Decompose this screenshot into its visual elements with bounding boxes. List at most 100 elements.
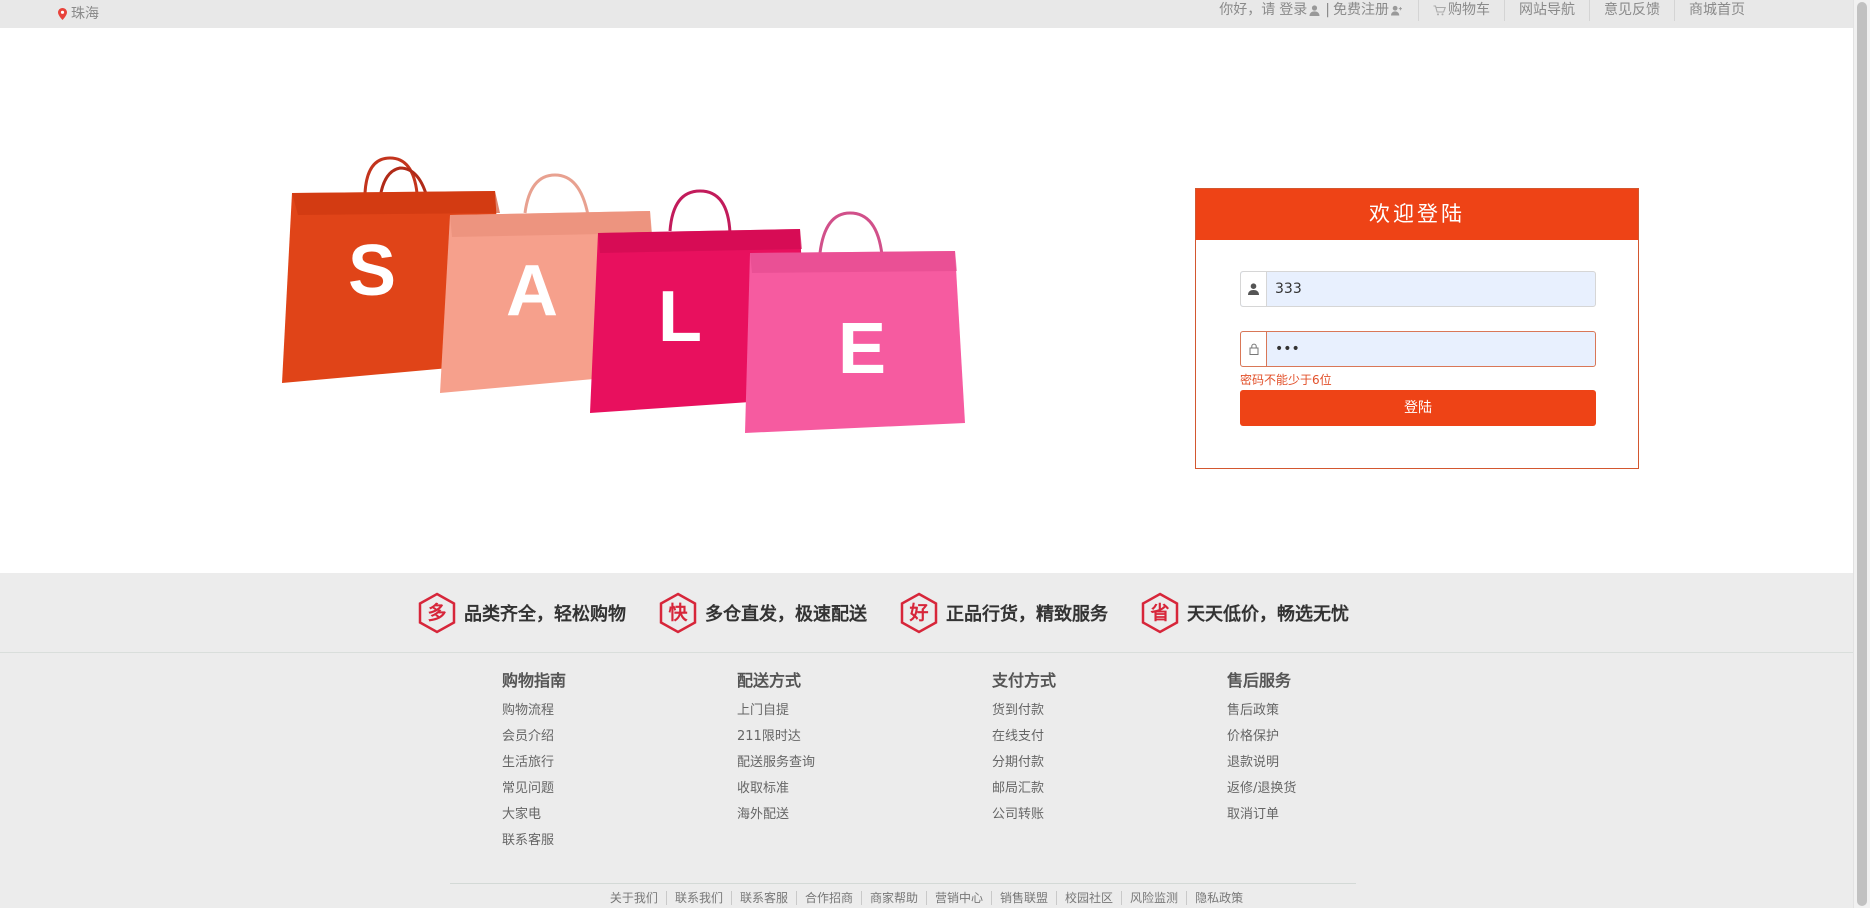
footer-link[interactable]: 返修/退换货 (1227, 776, 1296, 802)
login-button[interactable]: 登陆 (1240, 390, 1596, 426)
password-error: 密码不能少于6位 (1240, 373, 1332, 387)
promise-item: 好 正品行货，精致服务 (900, 591, 1108, 635)
footer-link[interactable]: 价格保护 (1227, 724, 1296, 750)
bag-letter-l: L (658, 277, 702, 357)
location-label: 珠海 (71, 6, 99, 22)
login-link[interactable]: 登录 (1279, 0, 1307, 21)
hexagon-badge-icon: 好 (900, 592, 938, 634)
vertical-scrollbar[interactable] (1853, 0, 1870, 908)
footer-link[interactable]: 取消订单 (1227, 802, 1296, 828)
footer-column-payment: 支付方式 货到付款 在线支付 分期付款 邮局汇款 公司转账 (992, 670, 1056, 828)
promise-badge: 省 (1150, 602, 1170, 624)
feedback-link[interactable]: 意见反馈 (1590, 0, 1675, 21)
home-label: 商城首页 (1689, 2, 1745, 18)
promise-badge: 好 (909, 602, 929, 624)
bottom-link-campus[interactable]: 校园社区 (1057, 891, 1123, 905)
footer-column-title: 配送方式 (737, 671, 802, 690)
page: 珠海 你好，请 登录 | 免费注册 购物车 网站导航 意见反馈 商城首页 S A… (0, 0, 1870, 908)
bottom-link-affiliate[interactable]: 销售联盟 (992, 891, 1058, 905)
footer-column-title: 售后服务 (1227, 671, 1292, 690)
footer-bottom-links: 关于我们 联系我们 联系客服 合作招商 商家帮助 营销中心 销售联盟 校园社区 … (0, 891, 1853, 905)
footer: 购物指南 购物流程 会员介绍 生活旅行 常见问题 大家电 联系客服 配送方式 上… (0, 653, 1853, 908)
footer-link[interactable]: 售后政策 (1227, 698, 1296, 724)
footer-link[interactable]: 邮局汇款 (992, 776, 1056, 802)
hexagon-badge-icon: 多 (418, 592, 456, 634)
password-value: ••• (1275, 341, 1300, 357)
password-icon-box (1241, 332, 1267, 366)
footer-column-aftersales: 售后服务 售后政策 价格保护 退款说明 返修/退换货 取消订单 (1227, 670, 1296, 828)
greeting-text: 你好，请 (1219, 2, 1276, 18)
hexagon-badge-icon: 快 (659, 592, 697, 634)
footer-divider (450, 883, 1356, 884)
hexagon-badge-icon: 省 (1141, 592, 1179, 634)
cart-label: 购物车 (1448, 2, 1490, 18)
footer-link[interactable]: 常见问题 (502, 776, 566, 802)
bag-letter-s: S (348, 231, 396, 311)
bottom-link-risk[interactable]: 风险监测 (1122, 891, 1188, 905)
username-value: 333 (1275, 281, 1302, 297)
bottom-link-merchant-help[interactable]: 商家帮助 (862, 891, 927, 905)
footer-link[interactable]: 公司转账 (992, 802, 1056, 828)
service-promises: 多 品类齐全，轻松购物 快 多仓直发，极速配送 好 正品行货，精致服务 省 天天… (0, 573, 1853, 653)
bottom-link-about[interactable]: 关于我们 (602, 891, 667, 905)
bottom-link-contact[interactable]: 联系我们 (667, 891, 732, 905)
footer-link[interactable]: 收取标准 (737, 776, 815, 802)
location-pin-icon (58, 8, 67, 20)
footer-link[interactable]: 会员介绍 (502, 724, 566, 750)
promise-text: 多仓直发，极速配送 (705, 604, 867, 625)
account-links: 你好，请 登录 | 免费注册 (1219, 0, 1419, 21)
sale-bags-image: S A L E (282, 156, 965, 433)
footer-link[interactable]: 生活旅行 (502, 750, 566, 776)
footer-column-title: 购物指南 (502, 671, 567, 690)
footer-link[interactable]: 联系客服 (502, 828, 566, 854)
password-field[interactable]: ••• (1240, 331, 1596, 367)
footer-link[interactable]: 上门自提 (737, 698, 815, 724)
feedback-label: 意见反馈 (1604, 2, 1660, 18)
add-user-icon (1391, 5, 1402, 16)
promise-badge: 快 (668, 602, 688, 624)
register-link[interactable]: 免费注册 (1333, 0, 1389, 21)
footer-column-delivery: 配送方式 上门自提 211限时达 配送服务查询 收取标准 海外配送 (737, 670, 815, 828)
promise-item: 快 多仓直发，极速配送 (659, 591, 867, 635)
footer-link[interactable]: 大家电 (502, 802, 566, 828)
lock-icon (1249, 343, 1258, 355)
bottom-link-support[interactable]: 联系客服 (732, 891, 797, 905)
footer-link[interactable]: 在线支付 (992, 724, 1056, 750)
footer-link[interactable]: 配送服务查询 (737, 750, 815, 776)
location[interactable]: 珠海 (58, 2, 99, 26)
bottom-link-partners[interactable]: 合作招商 (797, 891, 862, 905)
hero-section: S A L E 欢迎登陆 333 ••• 密码不能少于6位 登陆 (0, 28, 1853, 573)
top-bar: 珠海 你好，请 登录 | 免费注册 购物车 网站导航 意见反馈 商城首页 (0, 0, 1853, 28)
username-field[interactable]: 333 (1240, 271, 1596, 307)
promise-item: 省 天天低价，畅选无忧 (1141, 591, 1349, 635)
site-nav-link[interactable]: 网站导航 (1505, 0, 1590, 21)
site-nav-label: 网站导航 (1519, 2, 1575, 18)
promise-text: 品类齐全，轻松购物 (464, 604, 626, 625)
top-links: 你好，请 登录 | 免费注册 购物车 网站导航 意见反馈 商城首页 (1219, 0, 1745, 28)
footer-link[interactable]: 购物流程 (502, 698, 566, 724)
user-icon (1309, 5, 1320, 16)
cart-link[interactable]: 购物车 (1419, 0, 1505, 21)
home-link[interactable]: 商城首页 (1675, 0, 1745, 21)
user-icon (1248, 283, 1259, 295)
bag-letter-a: A (506, 251, 558, 331)
footer-column-guide: 购物指南 购物流程 会员介绍 生活旅行 常见问题 大家电 联系客服 (502, 670, 566, 854)
promise-badge: 多 (427, 602, 447, 624)
footer-column-title: 支付方式 (992, 671, 1057, 690)
promise-text: 天天低价，畅选无忧 (1187, 604, 1349, 625)
bottom-link-privacy[interactable]: 隐私政策 (1187, 891, 1251, 905)
footer-link[interactable]: 退款说明 (1227, 750, 1296, 776)
separator: | (1325, 2, 1330, 18)
promise-item: 多 品类齐全，轻松购物 (418, 591, 626, 635)
footer-link[interactable]: 货到付款 (992, 698, 1056, 724)
cart-icon (1433, 5, 1446, 16)
bag-letter-e: E (838, 309, 886, 389)
login-title: 欢迎登陆 (1196, 189, 1638, 240)
footer-link[interactable]: 分期付款 (992, 750, 1056, 776)
footer-link[interactable]: 211限时达 (737, 724, 815, 750)
bottom-link-marketing[interactable]: 营销中心 (927, 891, 993, 905)
promise-text: 正品行货，精致服务 (946, 604, 1108, 625)
username-icon-box (1241, 272, 1267, 306)
scrollbar-thumb[interactable] (1857, 2, 1867, 906)
footer-link[interactable]: 海外配送 (737, 802, 815, 828)
